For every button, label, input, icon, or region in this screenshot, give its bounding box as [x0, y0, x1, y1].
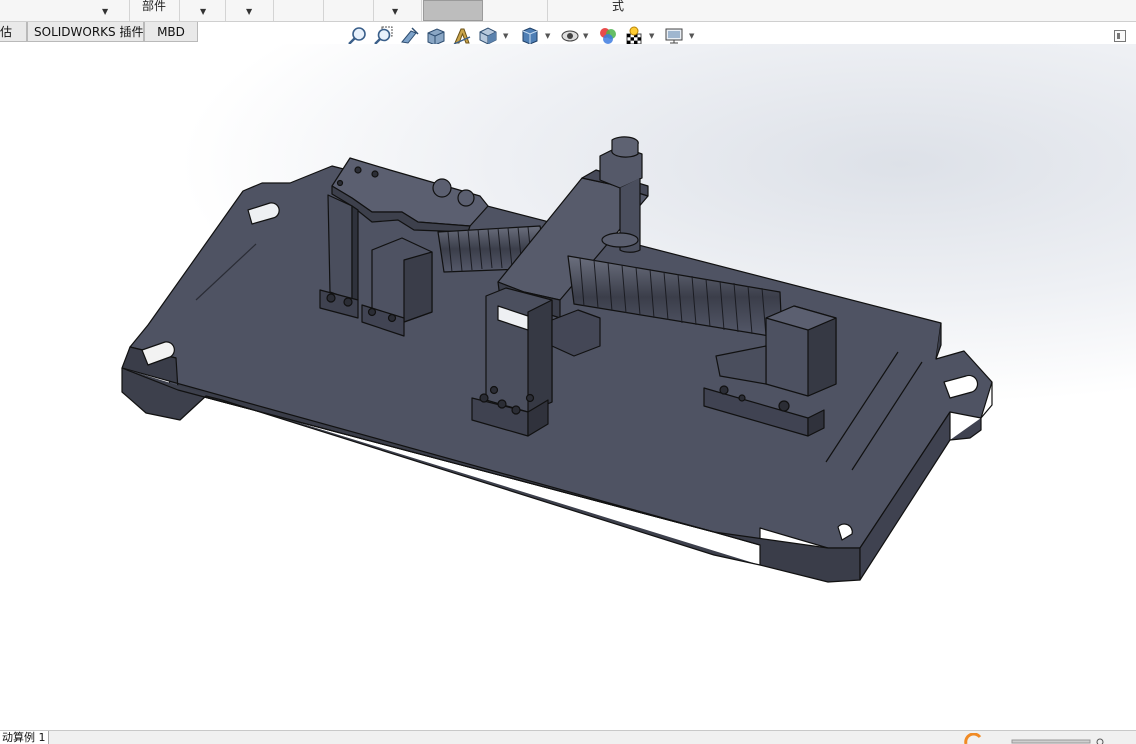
ribbon-part-label[interactable]: 部件: [130, 0, 180, 21]
ribbon-button-1[interactable]: [274, 0, 324, 21]
chevron-down-icon[interactable]: ▼: [545, 32, 550, 40]
rebuild-icon[interactable]: [964, 733, 982, 744]
fixture-assembly-model[interactable]: [0, 44, 1136, 730]
tab-solidworks-addins[interactable]: SOLIDWORKS 插件: [27, 22, 144, 42]
ribbon-strip: ▼ 部件 ▼ ▼ ▼ 式: [0, 0, 1136, 22]
ribbon-button-2[interactable]: [324, 0, 374, 21]
tab-evaluate[interactable]: 估: [0, 22, 27, 42]
ribbon-dropdown-1[interactable]: ▼: [0, 0, 130, 21]
ribbon-button-selected[interactable]: [423, 0, 483, 21]
ribbon-style-text: 式: [612, 0, 625, 13]
ribbon-dropdown-4[interactable]: ▼: [374, 0, 422, 21]
ribbon-part-text: 部件: [142, 0, 167, 13]
task-pane-toggle-icon[interactable]: [1114, 30, 1126, 42]
ribbon-dropdown-2[interactable]: ▼: [180, 0, 226, 21]
chevron-down-icon[interactable]: ▼: [583, 32, 588, 40]
status-indicators: [964, 733, 1104, 744]
status-bar: 动算例 1: [0, 730, 1136, 744]
tab-mbd[interactable]: MBD: [144, 22, 198, 42]
tab-label: 估: [0, 25, 13, 39]
chevron-down-icon[interactable]: ▼: [689, 32, 694, 40]
help-icon[interactable]: [1096, 738, 1104, 744]
graphics-viewport[interactable]: [0, 44, 1136, 730]
ribbon-button-3[interactable]: [484, 0, 548, 21]
tab-label: SOLIDWORKS 插件: [34, 25, 144, 39]
tab-label: MBD: [157, 25, 185, 39]
chevron-down-icon[interactable]: ▼: [503, 32, 508, 40]
back-pillar: [327, 194, 353, 301]
study-tab[interactable]: 动算例 1: [0, 731, 49, 744]
study-tab-label: 动算例 1: [2, 731, 46, 744]
chevron-down-icon[interactable]: ▼: [649, 32, 654, 40]
ribbon-dropdown-3[interactable]: ▼: [226, 0, 274, 21]
ribbon-style-label[interactable]: 式: [548, 0, 688, 21]
